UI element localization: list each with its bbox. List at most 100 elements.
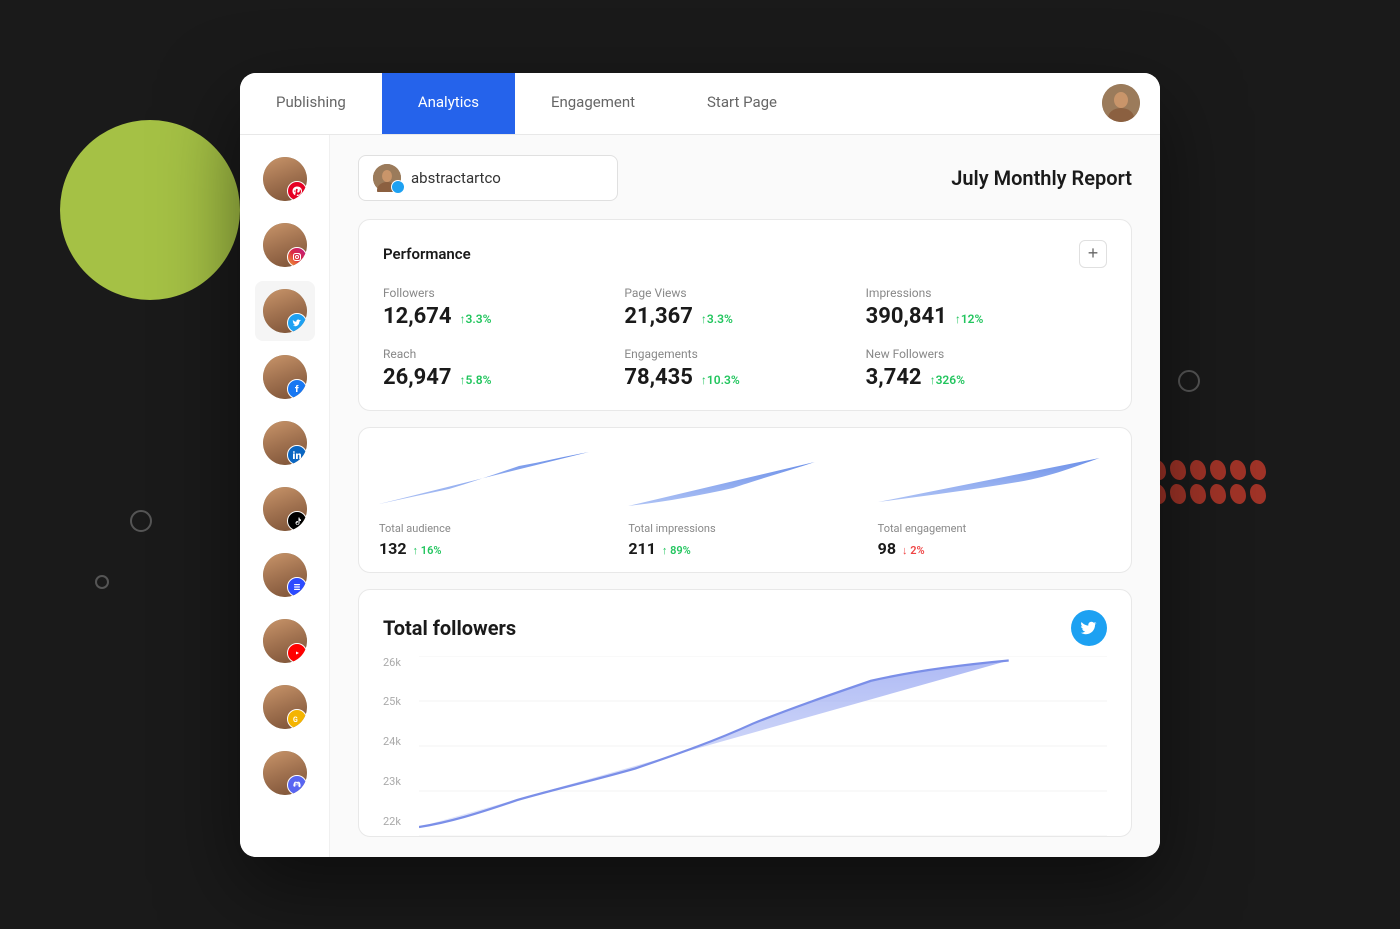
user-avatar[interactable]: [1102, 73, 1140, 134]
y-label-23k: 23k: [383, 775, 411, 788]
sidebar-item-youtube[interactable]: [255, 611, 315, 671]
followers-card: Total followers 26k 25k 24k 23k: [358, 589, 1132, 837]
metric-new-followers-label: New Followers: [866, 347, 1107, 361]
sidebar-item-google[interactable]: G: [255, 677, 315, 737]
metric-reach-label: Reach: [383, 347, 624, 361]
followers-header: Total followers: [383, 610, 1107, 646]
metric-new-followers: New Followers 3,742 ↑326%: [866, 347, 1107, 390]
y-label-22k: 22k: [383, 815, 411, 828]
metric-page-views-label: Page Views: [624, 286, 865, 300]
youtube-badge: [287, 643, 307, 663]
metric-engagements-value: 78,435: [624, 365, 693, 390]
metric-reach-value-row: 26,947 ↑5.8%: [383, 365, 624, 390]
followers-chart-svg-container: [419, 656, 1107, 836]
main-content: G: [240, 135, 1160, 857]
metric-reach: Reach 26,947 ↑5.8%: [383, 347, 624, 390]
metric-followers-value-row: 12,674 ↑3.3%: [383, 304, 624, 329]
svg-text:G: G: [293, 716, 298, 724]
account-row: abstractartco July Monthly Report: [358, 155, 1132, 201]
metric-followers-value: 12,674: [383, 304, 452, 329]
performance-card-header: Performance +: [383, 240, 1107, 268]
metric-new-followers-value: 3,742: [866, 365, 922, 390]
account-selector[interactable]: abstractartco: [358, 155, 618, 201]
discord-badge: [287, 775, 307, 795]
google-badge: G: [287, 709, 307, 729]
mini-chart-engagement-value: 98: [878, 539, 896, 558]
metric-page-views-value-row: 21,367 ↑3.3%: [624, 304, 865, 329]
buffer-badge: [287, 577, 307, 597]
metric-engagements-change: ↑10.3%: [701, 373, 740, 387]
sidebar-item-instagram[interactable]: [255, 215, 315, 275]
bg-circle-3: [1178, 370, 1200, 392]
facebook-badge: [287, 379, 307, 399]
mini-chart-impressions: Total impressions 211 ↑ 89%: [628, 444, 861, 558]
metric-engagements-label: Engagements: [624, 347, 865, 361]
metric-new-followers-value-row: 3,742 ↑326%: [866, 365, 1107, 390]
metric-followers-label: Followers: [383, 286, 624, 300]
sidebar-item-facebook[interactable]: [255, 347, 315, 407]
account-name-text: abstractartco: [411, 169, 501, 187]
mini-chart-audience-label: Total audience: [379, 522, 612, 535]
metric-followers-change: ↑3.3%: [460, 312, 492, 326]
performance-card: Performance + Followers 12,674 ↑3.3% Pag…: [358, 219, 1132, 411]
mini-chart-engagement-label: Total engagement: [878, 522, 1111, 535]
twitter-badge: [287, 313, 307, 333]
mini-chart-audience-change: ↑ 16%: [413, 544, 442, 557]
mini-chart-impressions-value: 211: [628, 539, 656, 558]
followers-title: Total followers: [383, 616, 516, 640]
sidebar-item-tiktok[interactable]: [255, 479, 315, 539]
content-panel: abstractartco July Monthly Report Perfor…: [330, 135, 1160, 857]
metric-engagements: Engagements 78,435 ↑10.3%: [624, 347, 865, 390]
metric-new-followers-change: ↑326%: [930, 373, 965, 387]
metric-page-views-change: ↑3.3%: [701, 312, 733, 326]
sidebar-avatar-twitter: [263, 289, 307, 333]
sidebar-item-discord[interactable]: [255, 743, 315, 803]
y-label-26k: 26k: [383, 656, 411, 669]
metric-impressions-value-row: 390,841 ↑12%: [866, 304, 1107, 329]
metric-impressions: Impressions 390,841 ↑12%: [866, 286, 1107, 329]
metric-page-views: Page Views 21,367 ↑3.3%: [624, 286, 865, 329]
bg-decoration-green: [60, 120, 240, 300]
pinterest-badge: [287, 181, 307, 201]
metric-impressions-label: Impressions: [866, 286, 1107, 300]
sidebar-avatar-pinterest: [263, 157, 307, 201]
mini-chart-engagement: Total engagement 98 ↓ 2%: [878, 444, 1111, 558]
sidebar-item-linkedin[interactable]: [255, 413, 315, 473]
metric-engagements-value-row: 78,435 ↑10.3%: [624, 365, 865, 390]
sidebar-item-buffer[interactable]: [255, 545, 315, 605]
metric-impressions-change: ↑12%: [955, 312, 984, 326]
mini-chart-engagement-canvas: [878, 444, 1111, 514]
metric-reach-value: 26,947: [383, 365, 452, 390]
metric-reach-change: ↑5.8%: [460, 373, 492, 387]
sidebar: G: [240, 135, 330, 857]
sidebar-avatar-google: G: [263, 685, 307, 729]
bg-circle-1: [130, 510, 152, 532]
tab-start-page[interactable]: Start Page: [671, 73, 813, 134]
mini-chart-audience-canvas: [379, 444, 612, 514]
sidebar-avatar-youtube: [263, 619, 307, 663]
sidebar-item-twitter[interactable]: [255, 281, 315, 341]
mini-chart-audience: Total audience 132 ↑ 16%: [379, 444, 612, 558]
metric-page-views-value: 21,367: [624, 304, 693, 329]
mini-chart-impressions-label: Total impressions: [628, 522, 861, 535]
tab-engagement[interactable]: Engagement: [515, 73, 671, 134]
tab-analytics[interactable]: Analytics: [382, 73, 515, 134]
performance-title: Performance: [383, 245, 471, 263]
followers-twitter-icon[interactable]: [1071, 610, 1107, 646]
followers-chart-grid: [419, 656, 1107, 836]
mini-chart-impressions-canvas: [628, 444, 861, 514]
y-axis: 26k 25k 24k 23k 22k: [383, 656, 419, 836]
metric-impressions-value: 390,841: [866, 304, 947, 329]
sidebar-item-pinterest[interactable]: [255, 149, 315, 209]
bg-dots-decoration: [1150, 460, 1270, 504]
followers-chart-container: 26k 25k 24k 23k 22k: [383, 656, 1107, 836]
account-selector-avatar: [373, 164, 401, 192]
linkedin-badge: [287, 445, 307, 465]
sidebar-avatar-instagram: [263, 223, 307, 267]
instagram-badge: [287, 247, 307, 267]
tab-publishing[interactable]: Publishing: [240, 73, 382, 134]
user-avatar-img: [1102, 84, 1140, 122]
mini-chart-impressions-change: ↑ 89%: [662, 544, 691, 557]
add-metric-button[interactable]: +: [1079, 240, 1107, 268]
sidebar-avatar-discord: [263, 751, 307, 795]
